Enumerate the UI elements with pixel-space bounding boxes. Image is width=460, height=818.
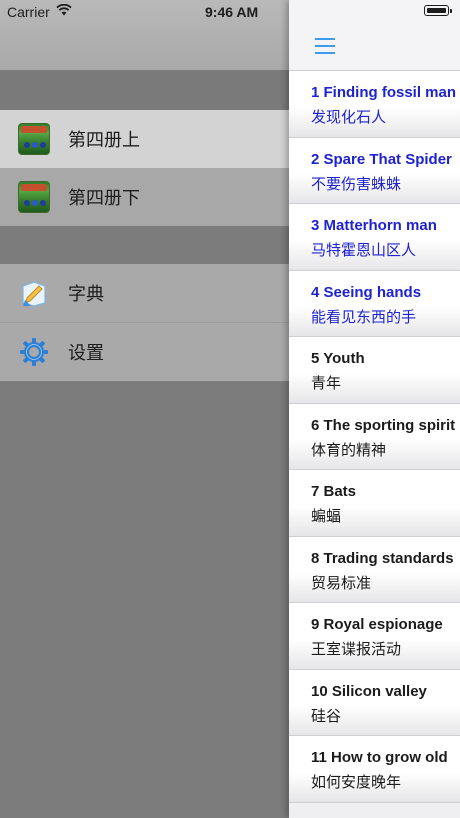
lesson-title-chinese: 马特霍恩山区人 — [311, 242, 417, 259]
drawer-item-label: 字典 — [68, 284, 104, 304]
status-bar: Carrier 9:46 AM — [0, 0, 460, 24]
lesson-title-chinese: 贸易标准 — [311, 574, 372, 592]
lesson-row[interactable]: 5 Youth 青年 — [289, 337, 460, 404]
lesson-title-english: 10 Silicon valley — [311, 682, 427, 700]
lesson-title-chinese: 不要伤害蛛蛛 — [311, 175, 402, 193]
lesson-title-english: 4 Seeing hands — [311, 283, 422, 301]
lesson-row[interactable]: 3 Matterhorn man 马特霍恩山区人 — [289, 204, 460, 271]
lesson-row[interactable]: 9 Royal espionage 王室谍报活动 — [289, 603, 460, 670]
lesson-title-chinese: 蝙蝠 — [311, 508, 342, 525]
drawer-item-settings[interactable]: 设置 — [0, 323, 300, 381]
lesson-list-panel: 1 Finding fossil man 发现化石人 2 Spare That Sp… — [289, 0, 460, 818]
lesson-row[interactable]: 2 Spare That Spider 不要伤害蛛蛛 — [289, 137, 460, 204]
lesson-title-chinese: 如何安度晚年 — [311, 774, 402, 791]
lesson-title-english: 3 Matterhorn man — [311, 217, 437, 234]
lesson-title-chinese: 青年 — [311, 375, 342, 392]
lesson-title-english: 11 How to grow old — [311, 749, 448, 766]
drawer-item-label: 第四册上 — [68, 130, 140, 150]
drawer-section-divider — [0, 70, 300, 110]
drawer-item-label: 第四册下 — [68, 188, 140, 208]
textbook-cover-icon — [18, 181, 50, 213]
lesson-title-english: 1 Finding fossil man — [311, 84, 457, 101]
lesson-title-english: 5 Youth — [311, 350, 365, 367]
side-drawer: 第四册上 第四册下 字典 设置 — [0, 0, 300, 818]
textbook-cover-icon — [18, 123, 50, 155]
lesson-title-english: 6 The sporting spirit — [311, 416, 456, 434]
lesson-title-chinese: 能看见东西的手 — [311, 308, 417, 326]
drawer-item-book-4a[interactable]: 第四册上 — [0, 110, 300, 168]
gear-icon — [18, 336, 50, 368]
battery-icon — [424, 5, 452, 16]
lesson-title-english: 9 Royal espionage — [311, 616, 443, 633]
lesson-row[interactable]: 11 How to grow old 如何安度晚年 — [289, 736, 460, 803]
lesson-title-english: 8 Trading standards — [311, 549, 454, 567]
lesson-row[interactable]: 10 Silicon valley 硅谷 — [289, 669, 460, 736]
dictionary-icon — [18, 277, 50, 309]
lesson-row[interactable]: 7 Bats 蝙蝠 — [289, 470, 460, 537]
lesson-title-chinese: 体育的精神 — [311, 441, 387, 459]
lesson-title-english: 2 Spare That Spider — [311, 150, 452, 168]
lesson-row[interactable]: 6 The sporting spirit 体育的精神 — [289, 403, 460, 470]
lesson-title-chinese: 硅谷 — [311, 707, 342, 725]
lesson-title-english: 7 Bats — [311, 483, 357, 500]
lesson-row[interactable]: 4 Seeing hands 能看见东西的手 — [289, 270, 460, 337]
drawer-item-dictionary[interactable]: 字典 — [0, 264, 300, 323]
drawer-item-label: 设置 — [68, 343, 104, 363]
lesson-title-chinese: 王室谍报活动 — [311, 641, 402, 658]
lesson-row[interactable]: 1 Finding fossil man 发现化石人 — [289, 71, 460, 138]
drawer-item-book-4b[interactable]: 第四册下 — [0, 168, 300, 226]
wifi-icon — [56, 3, 72, 19]
status-time: 9:46 AM — [205, 4, 259, 20]
lesson-list: 1 Finding fossil man 发现化石人 2 Spare That Sp… — [289, 71, 460, 803]
lesson-title-chinese: 发现化石人 — [311, 109, 387, 126]
lesson-row[interactable]: 8 Trading standards 贸易标准 — [289, 536, 460, 603]
carrier-label: Carrier — [7, 4, 50, 20]
hamburger-menu-icon[interactable] — [315, 38, 335, 54]
